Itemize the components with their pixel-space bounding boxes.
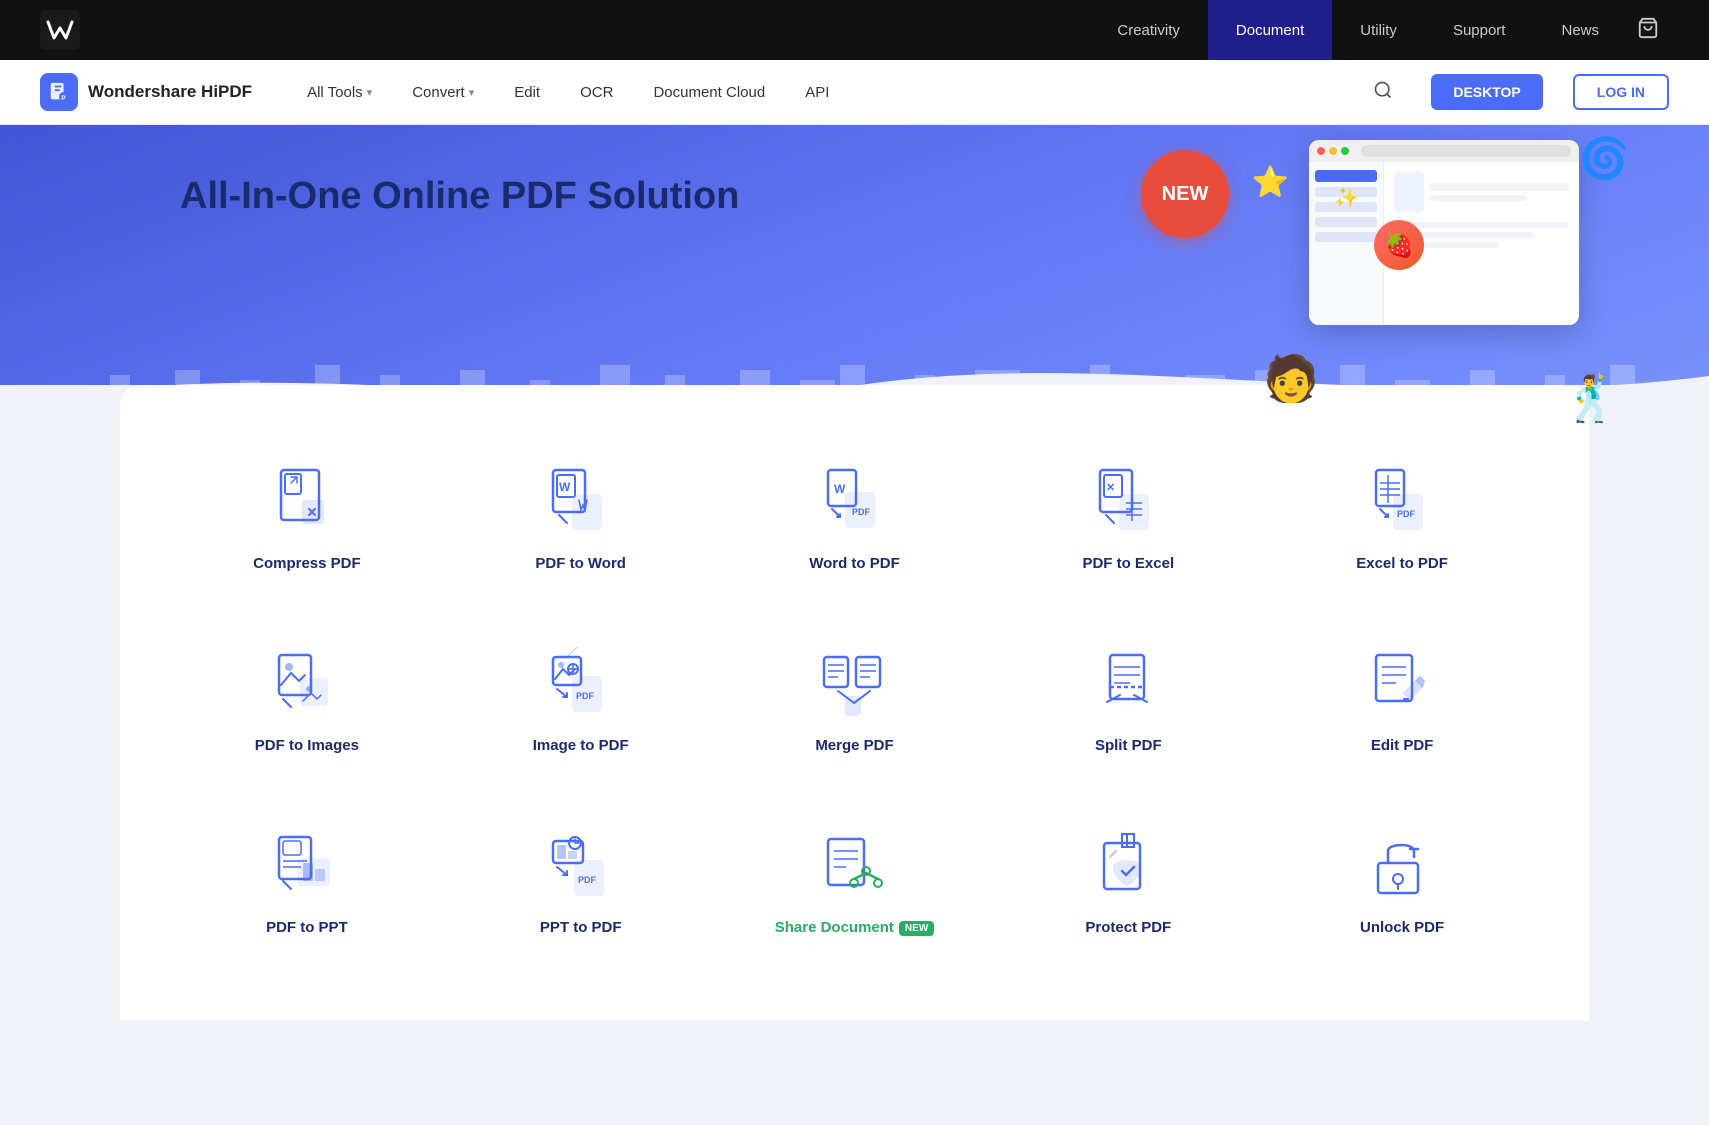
nav-news[interactable]: News [1533, 0, 1627, 60]
svg-text:PDF: PDF [1397, 509, 1416, 519]
svg-text:✕: ✕ [1106, 482, 1115, 494]
chevron-down-icon: ▾ [469, 86, 475, 99]
tool-label: Edit PDF [1371, 737, 1434, 754]
character-right: 🕺 [1563, 372, 1619, 425]
character-left: 🧑 [1263, 352, 1319, 405]
tool-label: PDF to Excel [1082, 555, 1174, 572]
tool-label: Image to PDF [533, 737, 629, 754]
tool-split-pdf[interactable]: Split PDF [1001, 617, 1255, 779]
top-navigation: wondershare Creativity Document Utility … [0, 0, 1709, 60]
deco-spiral: 🌀 [1579, 135, 1629, 182]
svg-text:PDF: PDF [852, 507, 871, 517]
cart-icon[interactable] [1627, 17, 1669, 44]
tool-label: Compress PDF [253, 555, 361, 572]
main-content: Compress PDF W PDF to Word W [0, 385, 1709, 1085]
nav2-doccloud[interactable]: Document Cloud [648, 60, 770, 125]
hipdf-icon: P [40, 73, 78, 111]
tool-word-to-pdf[interactable]: W PDF Word to PDF [728, 435, 982, 597]
app-preview: 🍓 [1309, 140, 1579, 325]
new-badge: NEW [1141, 150, 1229, 238]
tool-label: PDF to Images [255, 737, 359, 754]
desktop-button[interactable]: DESKTOP [1431, 74, 1542, 110]
tool-ppt-to-pdf[interactable]: PDF PPT to PDF [454, 799, 708, 961]
deco-confetti2: ✨ [1334, 185, 1359, 210]
tool-label: Excel to PDF [1356, 555, 1448, 572]
brand-logo[interactable]: wondershare [40, 10, 80, 50]
tool-protect-pdf[interactable]: Protect PDF [1001, 799, 1255, 961]
svg-text:PDF: PDF [576, 691, 595, 701]
nav-utility[interactable]: Utility [1332, 0, 1425, 60]
tool-unlock-pdf[interactable]: Unlock PDF [1275, 799, 1529, 961]
login-button[interactable]: LOG IN [1573, 74, 1669, 110]
svg-text:PDF: PDF [578, 875, 597, 885]
tool-excel-to-pdf[interactable]: PDF Excel to PDF [1275, 435, 1529, 597]
svg-text:W: W [559, 480, 571, 494]
tool-pdf-to-word[interactable]: W PDF to Word [454, 435, 708, 597]
nav-support[interactable]: Support [1425, 0, 1534, 60]
nav-creativity[interactable]: Creativity [1089, 0, 1208, 60]
tool-pdf-to-excel[interactable]: ✕ PDF to Excel [1001, 435, 1255, 597]
tool-label: PDF to PPT [266, 919, 348, 936]
tool-pdf-to-images[interactable]: PDF to Images [180, 617, 434, 779]
tools-grid: Compress PDF W PDF to Word W [180, 435, 1529, 961]
tool-pdf-to-ppt[interactable]: PDF to PPT [180, 799, 434, 961]
tool-edit-pdf[interactable]: Edit PDF [1275, 617, 1529, 779]
tools-card: Compress PDF W PDF to Word W [120, 385, 1589, 1021]
nav2-api[interactable]: API [800, 60, 834, 125]
hipdf-brand[interactable]: P Wondershare HiPDF [40, 73, 252, 111]
tool-label: Merge PDF [815, 737, 893, 754]
tool-label: Unlock PDF [1360, 919, 1444, 936]
nav2-convert[interactable]: Convert ▾ [407, 60, 479, 125]
nav2-alltools[interactable]: All Tools ▾ [302, 60, 377, 125]
tool-label: Word to PDF [809, 555, 900, 572]
tool-label: PDF to Word [535, 555, 626, 572]
svg-text:W: W [834, 482, 846, 496]
tool-image-to-pdf[interactable]: PDF Image to PDF [454, 617, 708, 779]
top-nav-links: Creativity Document Utility Support News [1089, 0, 1669, 60]
svg-text:P: P [61, 95, 66, 102]
tool-compress-pdf[interactable]: Compress PDF [180, 435, 434, 597]
nav2-ocr[interactable]: OCR [575, 60, 618, 125]
search-icon[interactable] [1365, 72, 1401, 113]
chevron-down-icon: ▾ [367, 86, 373, 99]
nav-document[interactable]: Document [1208, 0, 1332, 60]
tool-label: PPT to PDF [540, 919, 622, 936]
deco-confetti: ⭐ [1252, 165, 1289, 200]
tool-label: Protect PDF [1085, 919, 1171, 936]
tool-label: Split PDF [1095, 737, 1162, 754]
brand-name: Wondershare HiPDF [88, 82, 252, 102]
tool-label: Share DocumentNEW [775, 919, 935, 936]
tool-share-document[interactable]: Share DocumentNEW [728, 799, 982, 961]
tool-merge-pdf[interactable]: Merge PDF [728, 617, 982, 779]
nav2-edit[interactable]: Edit [509, 60, 545, 125]
product-navigation: P Wondershare HiPDF All Tools ▾ Convert … [0, 60, 1709, 125]
